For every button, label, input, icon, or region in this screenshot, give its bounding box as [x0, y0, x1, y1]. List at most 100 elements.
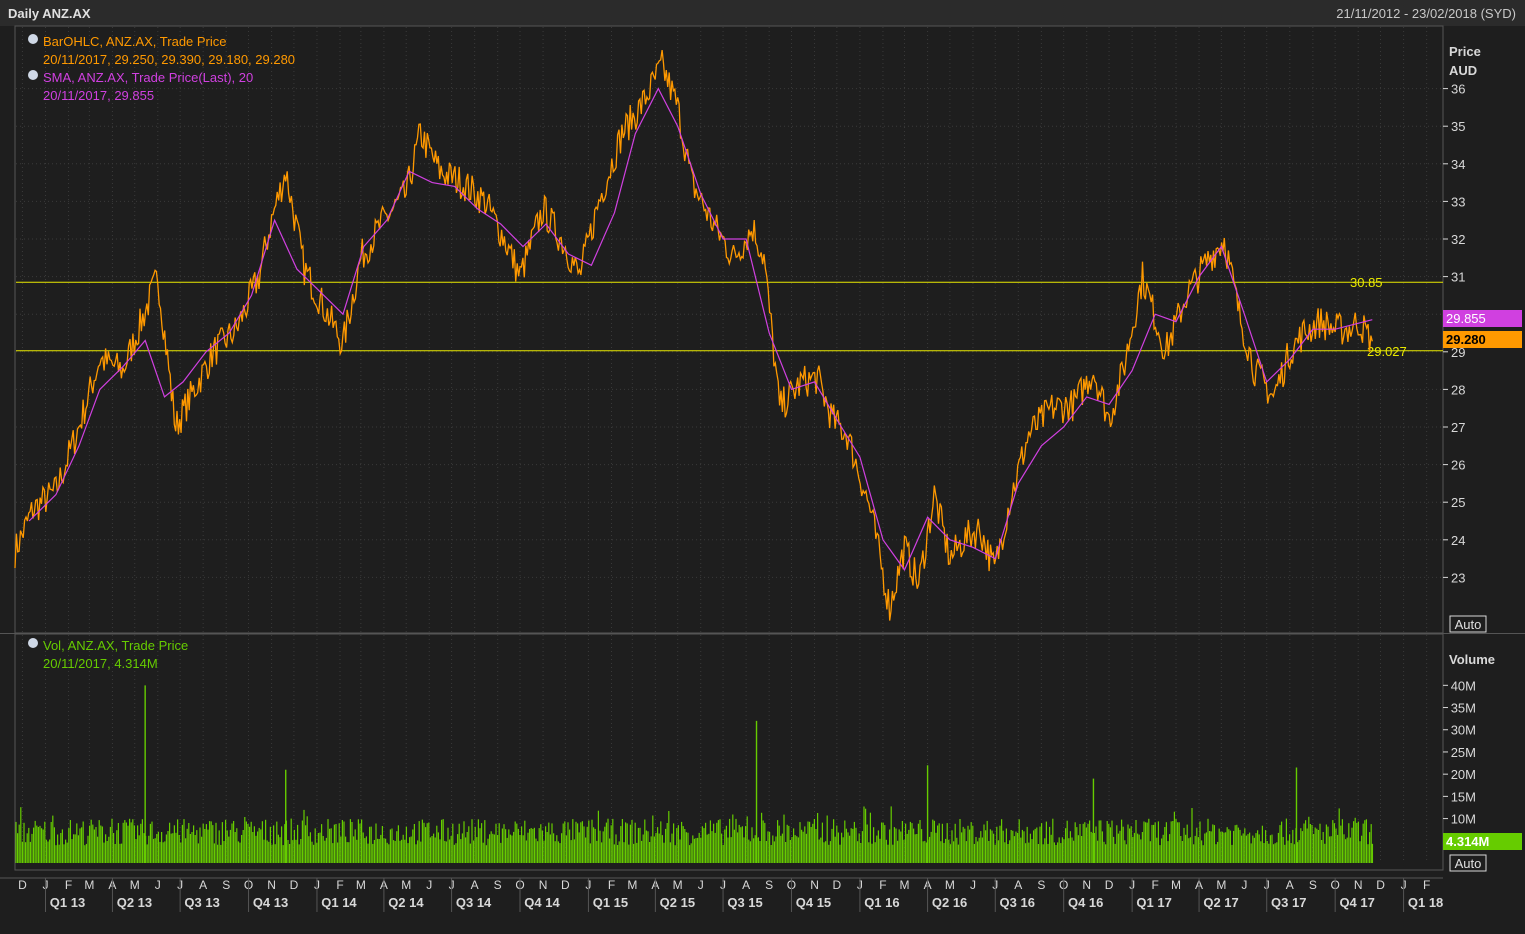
month-tick-label: N	[539, 878, 548, 892]
month-tick-label: D	[290, 878, 299, 892]
month-tick-label: D	[1105, 878, 1114, 892]
quarter-tick-label: Q1 16	[864, 895, 899, 910]
price-tick-label: 35	[1451, 119, 1465, 134]
quarter-tick-label: Q3 14	[456, 895, 492, 910]
sma-legend-label: SMA, ANZ.AX, Trade Price(Last), 20	[43, 70, 253, 85]
volume-tick-label: 30M	[1451, 723, 1476, 738]
month-tick-label: S	[494, 878, 502, 892]
sma-legend-values: 20/11/2017, 29.855	[43, 88, 154, 103]
vol-legend-values: 20/11/2017, 4.314M	[43, 656, 158, 671]
last-price-badge: 29.280	[1443, 331, 1522, 348]
price-tick-label: 36	[1451, 82, 1465, 97]
month-tick-label: M	[900, 878, 910, 892]
volume-tick-label: 25M	[1451, 745, 1476, 760]
quarter-tick-label: Q2 16	[932, 895, 967, 910]
quarter-tick-label: Q2 14	[388, 895, 424, 910]
quarter-tick-label: Q3 15	[727, 895, 762, 910]
quarter-tick-label: Q1 14	[321, 895, 357, 910]
quarter-tick-label: Q3 13	[184, 895, 219, 910]
month-tick-label: M	[1171, 878, 1181, 892]
month-tick-label: N	[267, 878, 276, 892]
sma-badge-value: 29.855	[1446, 311, 1486, 326]
month-tick-label: A	[742, 878, 750, 892]
month-tick-label: J	[698, 878, 704, 892]
quarter-tick-label: Q4 14	[524, 895, 560, 910]
price-tick-label: 28	[1451, 382, 1465, 397]
chart-root: Daily ANZ.AX 21/11/2012 - 23/02/2018 (SY…	[0, 0, 1525, 912]
quarter-tick-label: Q4 17	[1339, 895, 1374, 910]
ohlc-legend-values: 20/11/2017, 29.250, 29.390, 29.180, 29.2…	[43, 52, 295, 67]
quarter-tick-label: Q2 17	[1203, 895, 1238, 910]
month-tick-label: D	[1376, 878, 1385, 892]
month-tick-label: M	[627, 878, 637, 892]
month-tick-label: A	[1286, 878, 1294, 892]
level-line-label: 30.85	[1350, 275, 1383, 290]
month-tick-label: N	[1082, 878, 1091, 892]
month-tick-label: M	[1216, 878, 1226, 892]
month-tick-label: N	[810, 878, 819, 892]
price-axis-title: Price	[1449, 44, 1481, 59]
month-tick-label: D	[561, 878, 570, 892]
level-line-label: 29.027	[1367, 344, 1407, 359]
month-tick-label: M	[356, 878, 366, 892]
volume-auto-button[interactable]: Auto	[1449, 854, 1487, 872]
price-tick-label: 24	[1451, 533, 1465, 548]
month-tick-label: S	[1037, 878, 1045, 892]
x-axis: DJFMAMJJASONDJFMAMJJASONDJFMAMJJASONDJFM…	[0, 877, 1443, 912]
month-tick-label: F	[1423, 878, 1430, 892]
header-bar	[0, 0, 1525, 26]
volume-tick-label: 10M	[1451, 812, 1476, 827]
quarter-tick-label: Q3 16	[1000, 895, 1035, 910]
legend-toggle-icon[interactable]	[28, 638, 38, 648]
month-tick-label: F	[1151, 878, 1158, 892]
price-auto-button[interactable]: Auto	[1449, 615, 1487, 633]
ohlc-legend-label: BarOHLC, ANZ.AX, Trade Price	[43, 34, 227, 49]
sma-badge: 29.855	[1443, 310, 1522, 327]
volume-badge: 4.314M	[1443, 833, 1522, 850]
date-range: 21/11/2012 - 23/02/2018 (SYD)	[1336, 6, 1516, 21]
vol-legend-label: Vol, ANZ.AX, Trade Price	[43, 638, 188, 653]
price-tick-label: 34	[1451, 157, 1465, 172]
volume-axis-title: Volume	[1449, 652, 1495, 667]
volume-tick-label: 20M	[1451, 767, 1476, 782]
quarter-tick-label: Q2 15	[660, 895, 695, 910]
month-tick-label: N	[1354, 878, 1363, 892]
quarter-tick-label: Q1 17	[1136, 895, 1171, 910]
month-tick-label: D	[18, 878, 27, 892]
month-tick-label: M	[130, 878, 140, 892]
last-price-badge-value: 29.280	[1446, 332, 1486, 347]
month-tick-label: M	[945, 878, 955, 892]
price-tick-label: 32	[1451, 232, 1465, 247]
month-tick-label: J	[1241, 878, 1247, 892]
volume-auto-label[interactable]: Auto	[1455, 856, 1482, 871]
month-tick-label: F	[608, 878, 615, 892]
volume-badge-value: 4.314M	[1446, 834, 1489, 849]
price-tick-label: 23	[1451, 570, 1465, 585]
price-tick-label: 31	[1451, 270, 1465, 285]
month-tick-label: S	[765, 878, 773, 892]
quarter-tick-label: Q1 13	[50, 895, 85, 910]
month-tick-label: J	[155, 878, 161, 892]
quarter-tick-label: Q4 13	[253, 895, 288, 910]
month-tick-label: A	[471, 878, 479, 892]
month-tick-label: F	[879, 878, 886, 892]
month-tick-label: F	[65, 878, 72, 892]
quarter-tick-label: Q3 17	[1271, 895, 1306, 910]
month-tick-label: A	[199, 878, 207, 892]
month-tick-label: M	[84, 878, 94, 892]
quarter-tick-label: Q4 16	[1068, 895, 1103, 910]
quarter-tick-label: Q4 15	[796, 895, 831, 910]
legend-toggle-icon[interactable]	[28, 70, 38, 80]
volume-tick-label: 35M	[1451, 701, 1476, 716]
month-tick-label: A	[1014, 878, 1022, 892]
month-tick-label: J	[426, 878, 432, 892]
month-tick-label: M	[401, 878, 411, 892]
month-tick-label: J	[970, 878, 976, 892]
price-auto-label[interactable]: Auto	[1455, 617, 1482, 632]
month-tick-label: D	[833, 878, 842, 892]
month-tick-label: M	[673, 878, 683, 892]
legend-toggle-icon[interactable]	[28, 34, 38, 44]
price-tick-label: 25	[1451, 495, 1465, 510]
month-tick-label: S	[222, 878, 230, 892]
price-panel[interactable]	[14, 25, 1444, 634]
